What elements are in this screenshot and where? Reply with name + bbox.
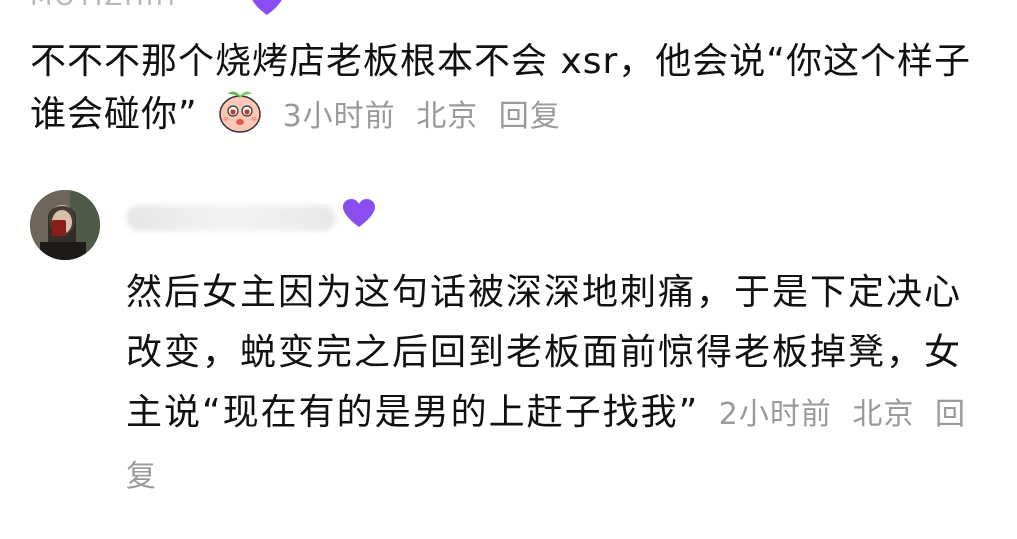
avatar[interactable] bbox=[30, 190, 100, 260]
comment-author-name-blurred[interactable] bbox=[126, 205, 336, 231]
comment-location: 北京 bbox=[416, 99, 479, 134]
comment-location: 北京 bbox=[852, 397, 915, 432]
comment-body: 然后女主因为这句话被深深地刺痛，于是下定决心改变，蜕变完之后回到老板面前惊得老板… bbox=[126, 263, 986, 507]
comment-time: 2小时前 bbox=[718, 397, 832, 432]
purple-heart-icon bbox=[252, 0, 282, 15]
comment-author-name[interactable]: MOTIZHIH bbox=[30, 0, 177, 12]
purple-heart-icon bbox=[343, 199, 375, 227]
peach-face-sticker-icon bbox=[219, 91, 261, 133]
comment-meta: 3小时前 北京 回复 bbox=[283, 99, 571, 134]
comment-body: 不不不那个烧烤店老板根本不会 xsr，他会说“你这个样子谁会碰你” 3小时前 北… bbox=[30, 36, 980, 143]
comment-time: 3小时前 bbox=[282, 99, 396, 134]
avatar-photo bbox=[30, 190, 100, 260]
reply-button[interactable]: 回复 bbox=[499, 99, 561, 134]
